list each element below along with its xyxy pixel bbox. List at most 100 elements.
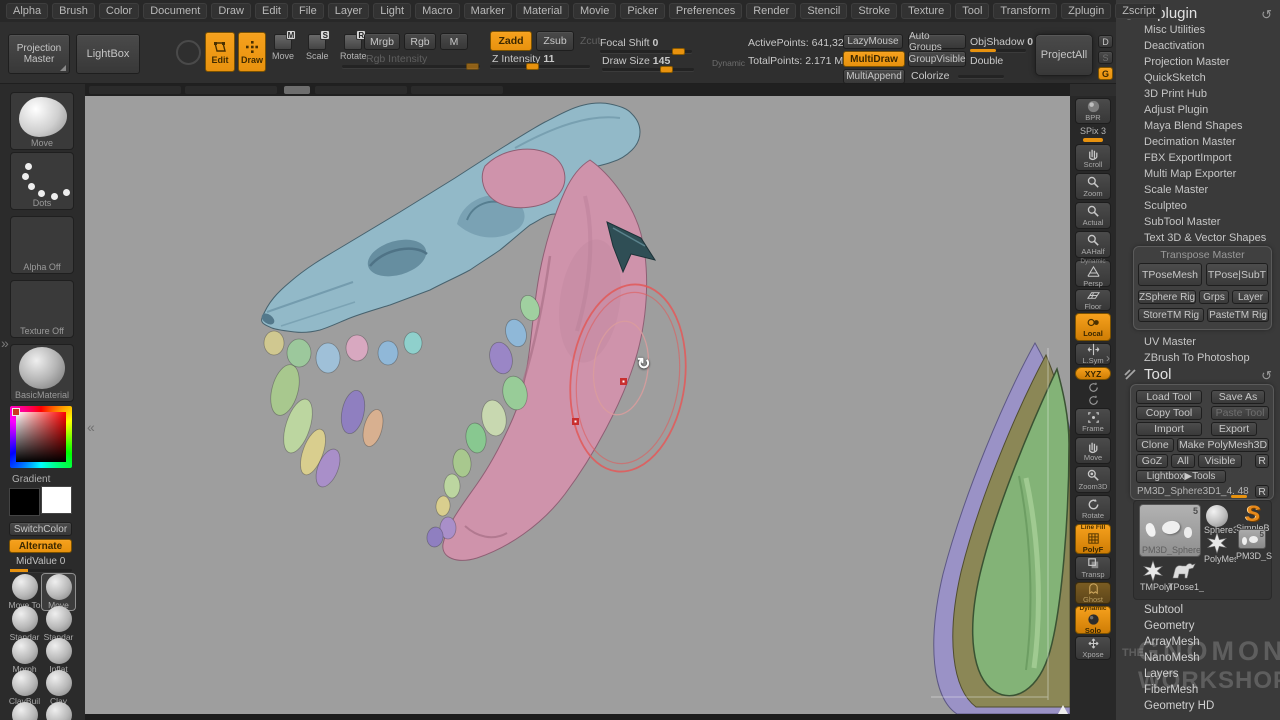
- clone-button[interactable]: Clone: [1136, 438, 1174, 452]
- tool-section-arraymesh[interactable]: ArrayMesh: [1116, 634, 1280, 650]
- midvalue-slider[interactable]: [10, 569, 72, 572]
- tpose-subt-button[interactable]: TPose|SubT: [1206, 263, 1268, 286]
- tool-restore-icon[interactable]: ↺: [1261, 368, 1272, 384]
- shelf-bpr-button[interactable]: BPR: [1075, 98, 1111, 124]
- menu-item-draw[interactable]: Draw: [211, 3, 251, 19]
- objshadow-slider[interactable]: [970, 49, 1026, 52]
- left-panel-divider-handle[interactable]: »: [1, 336, 9, 350]
- move-mode-button[interactable]: MMove: [272, 34, 294, 61]
- zplugin-item-3d-print-hub[interactable]: 3D Print Hub: [1116, 86, 1280, 102]
- copy-tool-button[interactable]: Copy Tool: [1136, 406, 1202, 420]
- tool-thumbnail-pm3d-s[interactable]: 5PM3D_S: [1236, 529, 1268, 551]
- projectall-button[interactable]: ProjectAll: [1035, 34, 1093, 76]
- shelf-solo-button[interactable]: DynamicSolo: [1075, 606, 1111, 634]
- dynamic-label[interactable]: Dynamic: [712, 58, 745, 68]
- menu-item-zscript[interactable]: Zscript: [1115, 3, 1162, 19]
- quick-brush-partial[interactable]: [8, 702, 41, 720]
- zplugin-item-uv-master[interactable]: UV Master: [1116, 334, 1280, 350]
- menu-item-marker[interactable]: Marker: [464, 3, 512, 19]
- pastetm-rig-button[interactable]: PasteTM Rig: [1207, 308, 1269, 322]
- import-button[interactable]: Import: [1136, 422, 1202, 436]
- draw-size-slider[interactable]: [602, 68, 694, 71]
- rotate-mode-button[interactable]: RRotate: [340, 34, 367, 61]
- right-panel-divider-handle[interactable]: ›: [1106, 352, 1110, 364]
- mrgb-button[interactable]: Mrgb: [364, 33, 400, 50]
- goz-button[interactable]: GoZ: [1136, 454, 1168, 468]
- document-canvas[interactable]: ↻: [85, 96, 1070, 714]
- switchcolor-button[interactable]: SwitchColor: [9, 522, 72, 536]
- tool-thumbnail-sphere3[interactable]: Sphere3: [1204, 505, 1230, 525]
- menu-item-color[interactable]: Color: [99, 3, 139, 19]
- menu-item-zplugin[interactable]: Zplugin: [1061, 3, 1111, 19]
- load-tool-button[interactable]: Load Tool: [1136, 390, 1202, 404]
- tool-section-geometry-hd[interactable]: Geometry HD: [1116, 698, 1280, 714]
- projection-master-button[interactable]: Projection Master: [8, 34, 70, 74]
- menu-item-layer[interactable]: Layer: [328, 3, 370, 19]
- zplugin-item-scale-master[interactable]: Scale Master: [1116, 182, 1280, 198]
- zplugin-item-misc-utilities[interactable]: Misc Utilities: [1116, 22, 1280, 38]
- menu-item-movie[interactable]: Movie: [573, 3, 616, 19]
- draw-button[interactable]: Draw: [238, 32, 266, 72]
- quick-brush-inflat[interactable]: Inflat: [42, 638, 75, 674]
- shelf-frame-button[interactable]: Frame: [1075, 408, 1111, 435]
- make-polymesh3d-button[interactable]: Make PolyMesh3D: [1177, 438, 1269, 452]
- quick-brush-move-to[interactable]: Move To: [8, 574, 41, 610]
- save-as-button[interactable]: Save As: [1211, 390, 1265, 404]
- menu-item-file[interactable]: File: [292, 3, 324, 19]
- edge-button-g[interactable]: G: [1098, 67, 1113, 80]
- tool-section-nanomesh[interactable]: NanoMesh: [1116, 650, 1280, 666]
- tool-section-fibermesh[interactable]: FiberMesh: [1116, 682, 1280, 698]
- quick-brush-morph[interactable]: Morph: [8, 638, 41, 674]
- zsphere-rig-button[interactable]: ZSphere Rig: [1138, 290, 1196, 304]
- tool-thumbnail-pm3d-sphere3d[interactable]: 5PM3D_Sphere3D: [1139, 504, 1201, 557]
- current-stroke-thumbnail[interactable]: Dots: [10, 152, 74, 210]
- timeline-strip[interactable]: [85, 84, 1070, 96]
- lightbox-tools-button[interactable]: Lightbox▶Tools: [1136, 470, 1226, 483]
- zplugin-item-projection-master[interactable]: Projection Master: [1116, 54, 1280, 70]
- zplugin-item-adjust-plugin[interactable]: Adjust Plugin: [1116, 102, 1280, 118]
- shelf-polyf-button[interactable]: Line FillPolyF: [1075, 524, 1111, 554]
- shelf-zoom-button[interactable]: Zoom: [1075, 173, 1111, 200]
- auto-groups-button[interactable]: Auto Groups: [908, 34, 966, 49]
- double-button[interactable]: Double: [970, 55, 1003, 67]
- m-button[interactable]: M: [440, 33, 468, 50]
- tool-thumbnail-polymes[interactable]: PolyMes: [1204, 532, 1230, 554]
- visible-button[interactable]: Visible: [1198, 454, 1242, 468]
- menu-item-tool[interactable]: Tool: [955, 3, 989, 19]
- zplugin-item-quicksketch[interactable]: QuickSketch: [1116, 70, 1280, 86]
- menu-item-render[interactable]: Render: [746, 3, 796, 19]
- shelf-scroll-button[interactable]: Scroll: [1075, 144, 1111, 171]
- zplugin-item-decimation-master[interactable]: Decimation Master: [1116, 134, 1280, 150]
- zplugin-item-sculpteo[interactable]: Sculpteo: [1116, 198, 1280, 214]
- menu-item-texture[interactable]: Texture: [901, 3, 951, 19]
- current-brush-thumbnail[interactable]: Move: [10, 92, 74, 150]
- tool-thumbnail-simpleb[interactable]: SSimpleB: [1236, 501, 1270, 523]
- focal-shift-handle[interactable]: [672, 48, 685, 55]
- tool-item-slider-handle[interactable]: [1231, 495, 1247, 498]
- shelf-floor-button[interactable]: Floor: [1075, 289, 1111, 311]
- zadd-button[interactable]: Zadd: [490, 31, 532, 51]
- shelf-spix-slider[interactable]: SPix 3: [1075, 126, 1111, 142]
- strip-scrubber[interactable]: [284, 86, 310, 94]
- zplugin-item-multi-map-exporter[interactable]: Multi Map Exporter: [1116, 166, 1280, 182]
- paste-tool-button[interactable]: Paste Tool: [1211, 406, 1269, 420]
- shelf-local-button[interactable]: Local: [1075, 313, 1111, 341]
- zplugin-item-subtool-master[interactable]: SubTool Master: [1116, 214, 1280, 230]
- menu-item-edit[interactable]: Edit: [255, 3, 288, 19]
- shelf-rotate-button[interactable]: Rotate: [1075, 495, 1111, 522]
- zplugin-restore-icon[interactable]: ↺: [1261, 7, 1272, 23]
- rgb-intensity-slider[interactable]: [342, 65, 480, 68]
- menu-item-document[interactable]: Document: [143, 3, 207, 19]
- shelf-ghost-button[interactable]: Ghost: [1075, 582, 1111, 604]
- shelf-xyz-toggle[interactable]: XYZ: [1075, 367, 1111, 380]
- current-alpha-thumbnail[interactable]: Alpha Off: [10, 216, 74, 274]
- gradient-label[interactable]: Gradient: [12, 474, 50, 485]
- menu-item-picker[interactable]: Picker: [620, 3, 665, 19]
- tposemesh-button[interactable]: TPoseMesh: [1138, 263, 1202, 286]
- color-saturation-square[interactable]: [16, 412, 66, 462]
- draw-size-handle[interactable]: [660, 66, 673, 73]
- menu-item-alpha[interactable]: Alpha: [6, 3, 48, 19]
- quick-brush-clay[interactable]: Clay: [42, 670, 75, 706]
- zplugin-item-text-3d-vector-shapes[interactable]: Text 3D & Vector Shapes: [1116, 230, 1280, 246]
- color-picker[interactable]: [10, 406, 72, 468]
